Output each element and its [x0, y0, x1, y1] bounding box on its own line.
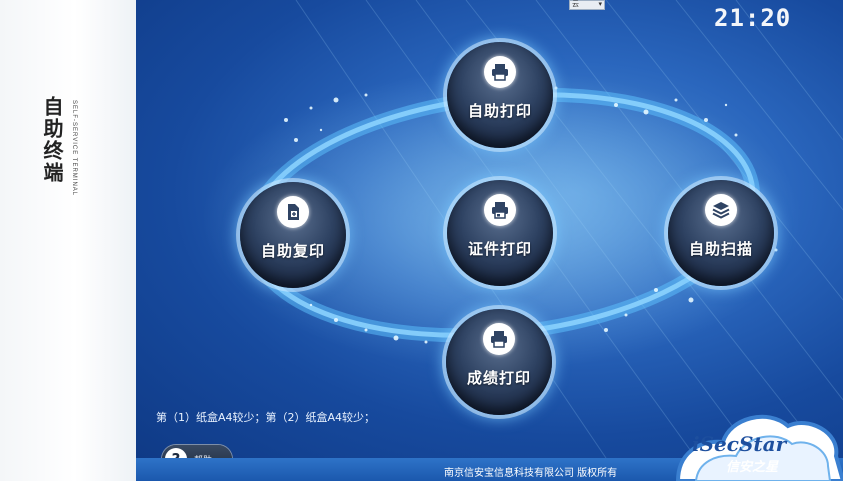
main-stage: 云 ▾ 21:20 自助打印 自助复印 证件打印 自助扫描 成绩打印 第（1）纸… [136, 0, 843, 458]
grade-print-button[interactable]: 成绩打印 [446, 309, 552, 415]
id-card-printer-icon [484, 194, 516, 226]
self-scan-label: 自助扫描 [688, 240, 753, 258]
id-print-label: 证件打印 [467, 240, 532, 258]
left-branding-panel: 自助终端 SELF-SERVICE TERMINAL [0, 0, 136, 481]
question-icon: ? [165, 448, 187, 458]
help-button[interactable]: ? 帮助 [162, 445, 232, 458]
printer-icon [483, 323, 515, 355]
self-copy-label: 自助复印 [260, 242, 325, 260]
self-copy-button[interactable]: 自助复印 [240, 182, 346, 288]
grade-print-label: 成绩打印 [466, 369, 531, 387]
copy-document-icon [277, 196, 309, 228]
logo-name: iSecStar [692, 432, 787, 456]
id-print-button[interactable]: 证件打印 [447, 180, 553, 286]
terminal-subtitle: SELF-SERVICE TERMINAL [71, 100, 77, 197]
self-scan-button[interactable]: 自助扫描 [668, 180, 774, 286]
layers-scan-icon [705, 194, 737, 226]
self-print-button[interactable]: 自助打印 [447, 42, 553, 148]
language-select-value: 云 [572, 1, 579, 8]
paper-status-message: 第（1）纸盒A4较少；第（2）纸盒A4较少； [156, 411, 376, 424]
terminal-title: 自助终端 [40, 96, 64, 184]
language-select[interactable]: 云 ▾ [569, 0, 605, 10]
printer-icon [484, 56, 516, 88]
logo-name-cn: 信安之星 [726, 460, 779, 475]
chevron-down-icon: ▾ [598, 1, 602, 8]
clock: 21:20 [714, 4, 792, 32]
self-print-label: 自助打印 [467, 102, 532, 120]
copyright-text: 南京信安宝信息科技有限公司 版权所有 [444, 468, 618, 479]
